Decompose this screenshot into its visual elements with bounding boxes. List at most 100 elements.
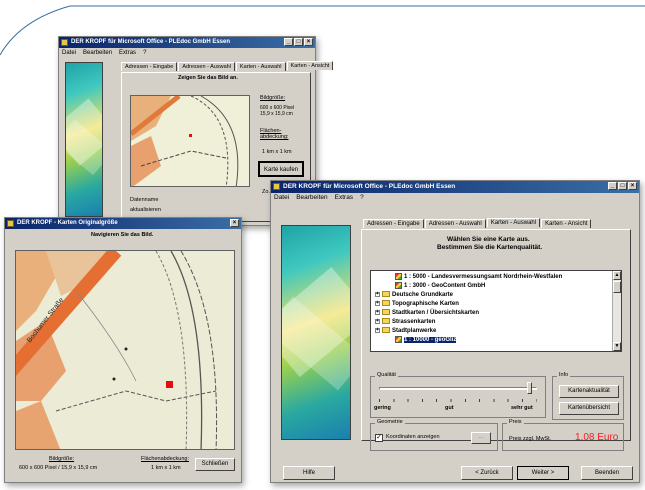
minimize-button[interactable]: _ <box>284 38 293 46</box>
expand-icon[interactable]: + <box>375 327 380 333</box>
quality-slider-track[interactable] <box>379 387 537 390</box>
tree-item[interactable]: 1 : 5000 - Landesvermessungsamt Nordrhei… <box>375 273 611 282</box>
folder-icon <box>382 318 390 325</box>
karte-kaufen-button[interactable]: Karte kaufen <box>258 161 304 177</box>
main-heading-2: Bestimmen Sie die Kartenqualität. <box>437 244 543 251</box>
menu-help[interactable]: ? <box>360 193 364 203</box>
tab-adressen-auswahl[interactable]: Adressen - Auswahl <box>178 62 235 71</box>
app-icon <box>61 39 68 46</box>
tree-item[interactable]: + Deutsche Grundkarte <box>375 291 611 300</box>
beenden-button[interactable]: Beenden <box>581 466 633 480</box>
close-button[interactable]: × <box>628 182 637 190</box>
menu-extras[interactable]: Extras <box>335 193 353 203</box>
map-icon <box>395 336 402 343</box>
scroll-down-button[interactable]: ▼ <box>613 342 621 351</box>
back-heading: Zeigen Sie das Bild an. <box>178 75 238 81</box>
schliessen-button[interactable]: Schließen <box>195 458 235 471</box>
close-button[interactable]: × <box>304 38 313 46</box>
tree-item[interactable]: + Strassenkarten <box>375 318 611 327</box>
menu-datei[interactable]: Datei <box>274 193 289 203</box>
geometrie-group-label: Geometrie <box>375 419 405 425</box>
tab-karten-auswahl[interactable]: Karten - Auswahl <box>235 62 286 71</box>
quality-level-high: sehr gut <box>511 405 533 411</box>
datenname-label: Datenname <box>130 197 159 203</box>
minimize-button[interactable]: _ <box>608 182 617 190</box>
menu-datei[interactable]: Datei <box>62 48 76 58</box>
geometrie-dots-button[interactable]: ... <box>471 432 491 444</box>
folder-icon <box>382 327 390 334</box>
folder-icon <box>382 309 390 316</box>
tree-item[interactable]: 1 : 10000 - geoGliz <box>375 336 611 345</box>
quality-slider-thumb[interactable] <box>527 382 533 394</box>
back-tabs: Adressen - Eingabe Adressen - Auswahl Ka… <box>121 61 334 71</box>
info-group: Info Kartenaktualität Kartenübersicht <box>552 372 624 420</box>
tree-item-label: Stadtkarten / Übersichtskarten <box>392 310 480 316</box>
info-group-label: Info <box>557 372 571 378</box>
tab-adressen-eingabe[interactable]: Adressen - Eingabe <box>121 62 178 71</box>
expand-icon[interactable]: + <box>375 300 380 306</box>
tab-adressen-auswahl[interactable]: Adressen - Auswahl <box>424 219 486 228</box>
kartenuebersicht-button[interactable]: Kartenübersicht <box>559 402 619 415</box>
quality-group-label: Qualität <box>375 372 398 378</box>
folder-icon <box>382 300 390 307</box>
menu-extras[interactable]: Extras <box>119 48 136 58</box>
map-original[interactable]: Bochumer Straße <box>15 250 235 450</box>
zurueck-button[interactable]: < Zurück <box>461 466 513 480</box>
main-title: DER KROPF für Microsoft Office - PLEdoc … <box>283 183 456 190</box>
maximize-button[interactable]: □ <box>618 182 627 190</box>
menu-bearbeiten[interactable]: Bearbeiten <box>83 48 112 58</box>
expand-icon[interactable]: + <box>375 318 380 324</box>
tab-karten-auswahl[interactable]: Karten - Auswahl <box>486 218 541 227</box>
tree-item-label: Strassenkarten <box>392 319 436 325</box>
folder-icon <box>382 291 390 298</box>
tree-item[interactable]: 1 : 3000 - GeoContent GmbH <box>375 282 611 291</box>
hilfe-button[interactable]: Hilfe <box>283 466 335 480</box>
original-size-titlebar: DER KROPF - Karten Originalgröße × <box>5 218 241 229</box>
bildgroesse-label: Bildgröße: <box>260 95 286 101</box>
tree-scrollbar[interactable]: ▲ ▼ <box>612 271 621 351</box>
original-heading: Navigieren Sie das Bild. <box>91 232 154 238</box>
quality-group: Qualität gering gut sehr gut <box>370 372 546 418</box>
tab-adressen-eingabe[interactable]: Adressen - Eingabe <box>363 219 424 228</box>
tree-item-label: 1 : 5000 - Landesvermessungsamt Nordrhei… <box>404 274 563 281</box>
orig-flaechen-label: Flächenabdeckung: <box>141 456 190 462</box>
tree-item[interactable]: + Stadtkarten / Übersichtskarten <box>375 309 611 318</box>
map-original-graphic: Bochumer Straße <box>16 251 234 449</box>
menu-bearbeiten[interactable]: Bearbeiten <box>296 193 327 203</box>
close-button[interactable]: × <box>230 219 239 227</box>
kartenaktualitaet-button[interactable]: Kartenaktualität <box>559 385 619 398</box>
main-titlebar: DER KROPF für Microsoft Office - PLEdoc … <box>271 181 639 193</box>
back-window-title: DER KROPF für Microsoft Office - PLEdoc … <box>71 39 231 45</box>
menu-help[interactable]: ? <box>143 48 146 58</box>
tree-item[interactable]: + Topographische Karten <box>375 300 611 309</box>
main-tabs: Adressen - Eingabe Adressen - Auswahl Ka… <box>363 218 592 228</box>
quality-level-mid: gut <box>445 405 454 411</box>
preis-value: 1,08 Euro <box>575 432 619 443</box>
koordinaten-label[interactable]: Koordinaten anzeigen <box>386 434 440 440</box>
koordinaten-checkbox[interactable]: ✓ <box>375 434 383 442</box>
scroll-thumb[interactable] <box>613 281 621 293</box>
tree-item[interactable]: + Stadtplanwerke <box>375 327 611 336</box>
original-size-title: DER KROPF - Karten Originalgröße <box>17 220 118 226</box>
maximize-button[interactable]: □ <box>294 38 303 46</box>
back-window-titlebar: DER KROPF für Microsoft Office - PLEdoc … <box>59 37 315 48</box>
map-tree[interactable]: 1 : 5000 - Landesvermessungsamt Nordrhei… <box>370 270 622 352</box>
scroll-up-button[interactable]: ▲ <box>613 271 621 280</box>
orig-bildgroesse-value: 600 x 600 Pixel / 15,9 x 15,9 cm <box>19 465 98 471</box>
map-preview[interactable] <box>130 95 250 187</box>
geometrie-group: Geometrie ✓ Koordinaten anzeigen ... <box>370 419 498 451</box>
orig-bildgroesse-label: Bildgröße: <box>49 456 75 462</box>
expand-icon[interactable]: + <box>375 291 380 297</box>
main-menubar: Datei Bearbeiten Extras ? <box>271 193 639 203</box>
weiter-button[interactable]: Weiter > <box>517 466 569 480</box>
tree-item-label: Topographische Karten <box>392 301 459 307</box>
main-heading-1: Wählen Sie eine Karte aus. <box>447 236 530 243</box>
tab-karten-ansicht[interactable]: Karten - Ansicht <box>541 219 592 228</box>
map-icon <box>395 282 402 289</box>
tree-item-label: Deutsche Grundkarte <box>392 292 454 298</box>
bildgroesse-value: 600 x 600 Pixel 15,9 x 15,9 cm <box>260 105 295 117</box>
expand-icon[interactable]: + <box>375 309 380 315</box>
tab-karten-ansicht[interactable]: Karten - Ansicht <box>286 61 334 70</box>
map-preview-graphic <box>131 96 249 186</box>
main-window: DER KROPF für Microsoft Office - PLEdoc … <box>270 180 640 483</box>
